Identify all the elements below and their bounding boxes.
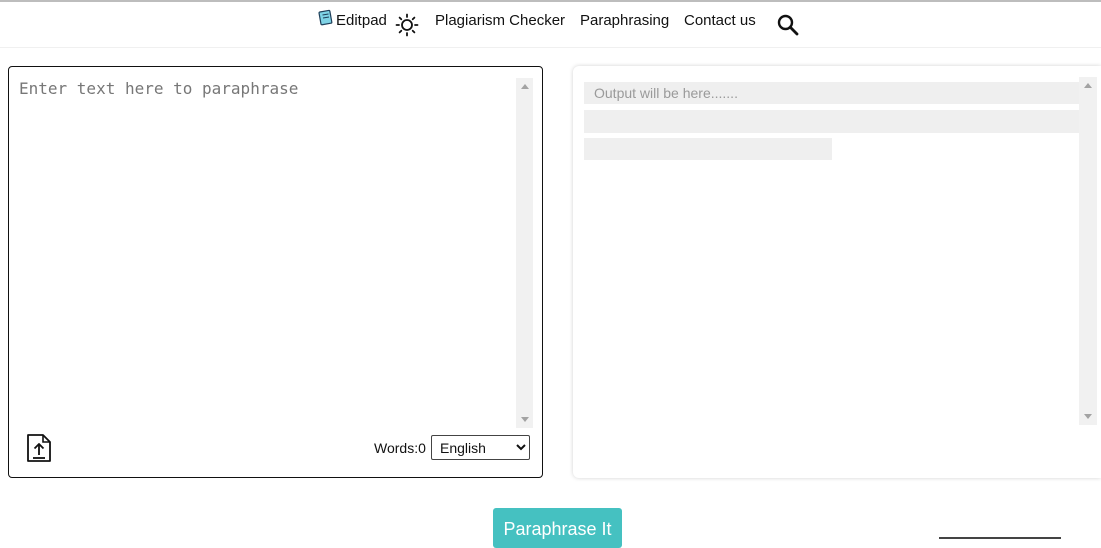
scroll-up-arrow-icon[interactable] [521,84,529,89]
output-skeleton-line [584,110,1080,133]
word-count-label: Words: [374,440,419,456]
input-panel: Words:0 English [8,66,543,478]
input-scrollbar[interactable] [516,78,533,428]
word-count-value: 0 [418,440,426,456]
output-placeholder-text: Output will be here....... [594,85,738,101]
scroll-down-arrow-icon[interactable] [521,417,529,422]
nav-link-plagiarism-checker[interactable]: Plagiarism Checker [435,12,565,29]
output-skeleton-line-short [584,138,832,160]
nav-link-paraphrasing[interactable]: Paraphrasing [580,12,669,29]
output-panel: Output will be here....... [573,66,1101,478]
scroll-down-arrow-icon[interactable] [1084,414,1092,419]
scroll-up-arrow-icon[interactable] [1084,83,1092,88]
output-scrollbar[interactable] [1079,77,1097,425]
top-navigation: Editpad Plagiarism Checker Paraphrasing … [0,2,1101,48]
paraphrase-button[interactable]: Paraphrase It [493,508,622,548]
brand-name: Editpad [336,12,387,29]
output-placeholder-bar: Output will be here....... [584,82,1080,104]
notepad-icon [318,9,333,25]
upload-file-icon[interactable] [26,433,52,463]
search-icon[interactable] [776,13,800,37]
nav-link-contact-us[interactable]: Contact us [684,12,756,29]
language-select[interactable]: English [431,435,530,460]
partial-element-edge [939,537,1061,539]
word-count: Words:0 [374,440,426,456]
paraphrase-input[interactable] [19,79,515,425]
brand-link[interactable]: Editpad [317,9,387,29]
sun-icon[interactable] [395,13,419,37]
